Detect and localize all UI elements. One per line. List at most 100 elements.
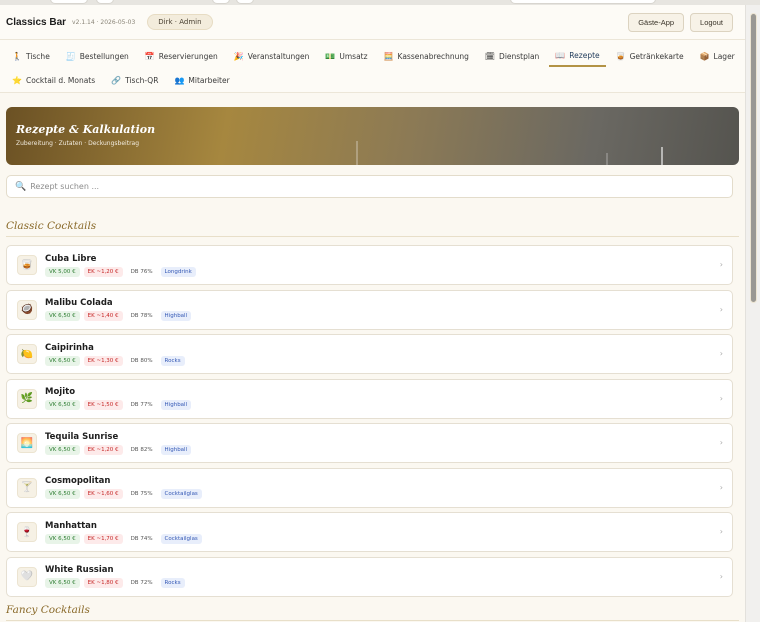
recipe-info: White Russian VK 6,50 € EK ~1,80 € DB 72% Ro… bbox=[45, 565, 189, 588]
recipe-list: 🥃 Cuba Libre VK 5,00 € EK ~1,20 € DB 76% Long… bbox=[6, 245, 733, 597]
tab-label: Tisch-QR bbox=[125, 75, 159, 85]
tab-label: Mitarbeiter bbox=[188, 75, 230, 85]
recipe-tags: VK 6,50 € EK ~1,30 € DB 80% Rocks bbox=[45, 355, 189, 366]
tab-label: Kassenabrechnung bbox=[397, 51, 469, 61]
recipe-thumbnail-icon: 🌅 bbox=[17, 433, 37, 453]
browser-button[interactable] bbox=[236, 0, 254, 4]
recipe-info: Manhattan VK 6,50 € EK ~1,70 € DB 74% Cockta… bbox=[45, 521, 206, 544]
recipe-name: Cosmopolitan bbox=[45, 476, 111, 486]
glass-type-badge: Cocktailglas bbox=[160, 489, 202, 499]
recipe-thumbnail-icon: 🌿 bbox=[17, 388, 37, 409]
price-vk-badge: VK 6,50 € bbox=[45, 444, 80, 455]
tab-lager[interactable]: 📦 Lager bbox=[694, 45, 741, 67]
app-version: v2.1.14 · 2026-05-03 bbox=[72, 18, 136, 26]
tab-kassenabrechnung[interactable]: 🧮 Kassenabrechnung bbox=[378, 45, 475, 67]
recipe-tags: VK 6,50 € EK ~1,70 € DB 74% Cocktailglas bbox=[45, 533, 206, 544]
tab-reservierungen[interactable]: 📅 Reservierungen bbox=[139, 45, 224, 67]
recipe-info: Tequila Sunrise VK 6,50 € EK ~1,20 € DB 82%… bbox=[45, 432, 195, 455]
tab-bestellungen[interactable]: 🧾 Bestellungen bbox=[60, 45, 135, 67]
tab-label: Cocktail d. Monats bbox=[25, 75, 96, 85]
guest-app-button[interactable]: Gäste-App bbox=[628, 12, 685, 32]
recipe-thumbnail-icon: 🤍 bbox=[17, 566, 37, 587]
recipe-info: Cuba Libre VK 5,00 € EK ~1,20 € DB 76% Longd… bbox=[45, 254, 200, 277]
price-vk-badge: VK 6,50 € bbox=[45, 533, 80, 544]
recipe-thumbnail-icon: 🥥 bbox=[17, 299, 37, 320]
tab-icon: 🚶 bbox=[12, 51, 22, 61]
price-vk-badge: VK 6,50 € bbox=[45, 311, 80, 321]
chevron-right-icon: › bbox=[719, 349, 723, 358]
browser-tab[interactable] bbox=[50, 0, 88, 4]
tab-label: Dienstplan bbox=[499, 51, 540, 61]
cost-ek-badge: EK ~1,30 € bbox=[83, 355, 123, 366]
tab-rezepte[interactable]: 📖 Rezepte bbox=[549, 45, 606, 67]
cost-ek-badge: EK ~1,40 € bbox=[83, 311, 123, 321]
glass-type-badge: Rocks bbox=[160, 355, 185, 366]
tab-label: Lager bbox=[713, 51, 735, 61]
nav-row-secondary: ⭐ Cocktail d. Monats 🔗 Tisch-QR 👥 Mitarbeiter bbox=[6, 68, 739, 92]
recipe-name: Caipirinha bbox=[45, 342, 94, 353]
recipe-tags: VK 5,00 € EK ~1,20 € DB 76% Longdrink bbox=[45, 266, 200, 277]
browser-button[interactable] bbox=[96, 0, 114, 4]
recipe-name: Tequila Sunrise bbox=[45, 431, 119, 442]
main-nav: 🚶 Tische 🧾 Bestellungen 📅 Reservierungen 🎉 Vera… bbox=[0, 40, 745, 93]
brand-title: Classics Bar bbox=[6, 16, 67, 28]
user-badge: Dirk · Admin bbox=[147, 14, 213, 30]
tab-dienstplan[interactable]: 🗓 Dienstplan bbox=[479, 45, 545, 67]
logout-button[interactable]: Logout bbox=[690, 12, 733, 32]
chevron-right-icon: › bbox=[719, 393, 723, 403]
tab-label: Veranstaltungen bbox=[247, 51, 310, 61]
tab-icon: 🥃 bbox=[615, 51, 626, 61]
tab-icon: 📦 bbox=[699, 51, 710, 61]
recipe-tags: VK 6,50 € EK ~1,50 € DB 77% Highball bbox=[45, 400, 195, 410]
tab-umsatz[interactable]: 💵 Umsatz bbox=[319, 45, 373, 67]
tab-tische[interactable]: 🚶 Tische bbox=[6, 45, 56, 67]
tab-icon: 🧾 bbox=[65, 51, 76, 61]
recipe-search-input[interactable] bbox=[30, 182, 631, 191]
tab-icon: 👥 bbox=[174, 75, 185, 85]
tab-mitarbeiter[interactable]: 👥 Mitarbeiter bbox=[168, 69, 235, 91]
browser-address-bar[interactable] bbox=[510, 0, 656, 4]
recipe-card[interactable]: 🍋 Caipirinha VK 6,50 € EK ~1,30 € DB 80% Rock… bbox=[6, 334, 733, 374]
recipe-thumbnail-icon: 🍸 bbox=[17, 477, 37, 498]
top-bar: Classics Bar v2.1.14 · 2026-05-03 Dirk ·… bbox=[0, 5, 745, 40]
page-scrollbar[interactable] bbox=[745, 5, 760, 622]
section-title-classic: Classic Cocktails bbox=[6, 220, 739, 237]
glass-type-badge: Longdrink bbox=[160, 266, 196, 277]
margin-db-badge: DB 76% bbox=[130, 268, 153, 275]
recipe-tags: VK 6,50 € EK ~1,40 € DB 78% Highball bbox=[45, 311, 195, 321]
tab-cocktail-d-monats[interactable]: ⭐ Cocktail d. Monats bbox=[6, 69, 101, 91]
recipe-card[interactable]: 🌿 Mojito VK 6,50 € EK ~1,50 € DB 77% Highball… bbox=[6, 378, 733, 419]
recipe-name: Malibu Colada bbox=[45, 298, 113, 308]
price-vk-badge: VK 6,50 € bbox=[45, 400, 80, 410]
recipe-tags: VK 6,50 € EK ~1,20 € DB 82% Highball bbox=[45, 444, 195, 455]
hero-title: Rezepte & Kalkulation bbox=[16, 123, 156, 136]
tab-icon: 📖 bbox=[555, 50, 566, 60]
tab-icon: 🔗 bbox=[111, 75, 122, 85]
tab-getränkekarte[interactable]: 🥃 Getränkekarte bbox=[610, 45, 690, 67]
recipe-card[interactable]: 🍸 Cosmopolitan VK 6,50 € EK ~1,60 € DB 75% Co… bbox=[6, 467, 733, 508]
glass-type-badge: Cocktailglas bbox=[160, 533, 202, 544]
recipe-card[interactable]: 🥥 Malibu Colada VK 6,50 € EK ~1,40 € DB 78% H… bbox=[6, 289, 733, 330]
recipe-card[interactable]: 🤍 White Russian VK 6,50 € EK ~1,80 € DB 72% R… bbox=[6, 556, 733, 597]
tab-label: Umsatz bbox=[339, 51, 368, 61]
margin-db-badge: DB 82% bbox=[130, 446, 153, 453]
tab-tisch-qr[interactable]: 🔗 Tisch-QR bbox=[105, 69, 164, 91]
price-vk-badge: VK 6,50 € bbox=[45, 489, 80, 499]
search-box[interactable]: 🔍 bbox=[6, 175, 733, 198]
recipe-card[interactable]: 🥃 Cuba Libre VK 5,00 € EK ~1,20 € DB 76% Long… bbox=[6, 245, 733, 285]
recipe-info: Mojito VK 6,50 € EK ~1,50 € DB 77% Highball bbox=[45, 387, 195, 410]
margin-db-badge: DB 78% bbox=[130, 313, 153, 319]
search-icon: 🔍 bbox=[15, 181, 27, 192]
recipe-tags: VK 6,50 € EK ~1,80 € DB 72% Rocks bbox=[45, 578, 189, 588]
price-vk-badge: VK 6,50 € bbox=[45, 578, 80, 588]
recipe-card[interactable]: 🌅 Tequila Sunrise VK 6,50 € EK ~1,20 € DB 82… bbox=[6, 423, 733, 463]
scrollbar-thumb[interactable] bbox=[750, 13, 757, 303]
glass-type-badge: Highball bbox=[160, 311, 192, 321]
hero-subtitle: Zubereitung · Zutaten · Deckungsbeitrag bbox=[16, 140, 140, 147]
recipe-card[interactable]: 🍷 Manhattan VK 6,50 € EK ~1,70 € DB 74% Cockt… bbox=[6, 512, 733, 552]
recipe-info: Malibu Colada VK 6,50 € EK ~1,40 € DB 78% Hi… bbox=[45, 298, 195, 321]
browser-button[interactable] bbox=[212, 0, 230, 4]
tab-veranstaltungen[interactable]: 🎉 Veranstaltungen bbox=[228, 45, 316, 67]
cost-ek-badge: EK ~1,20 € bbox=[83, 266, 123, 277]
glass-type-badge: Rocks bbox=[160, 578, 185, 588]
